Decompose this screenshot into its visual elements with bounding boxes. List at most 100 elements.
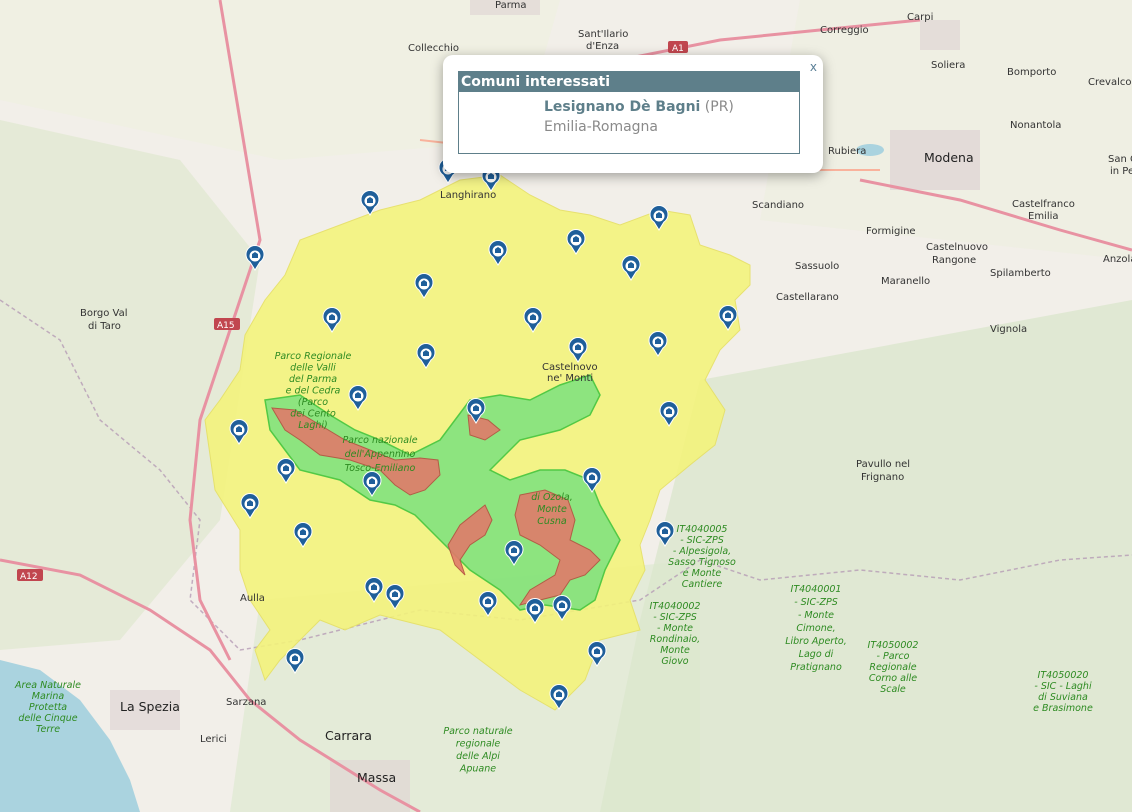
svg-text:A1: A1 xyxy=(672,44,684,54)
label-modena: Modena xyxy=(924,150,974,165)
comune-region: Emilia-Romagna xyxy=(544,119,659,135)
label-castellarano: Castellarano xyxy=(776,292,839,303)
park-alpi-apuane-line: Parco naturale xyxy=(443,726,512,737)
park-it4050020-line: e Brasimone xyxy=(1033,703,1093,714)
park-it4050002-line: Regionale xyxy=(869,662,916,673)
park-valli-parma-line: Laghi) xyxy=(298,420,328,431)
park-it4040002-line: Monte xyxy=(660,645,690,656)
label-rubiera: Rubiera xyxy=(828,146,866,157)
park-valli-parma-line: e del Cedra xyxy=(286,386,341,397)
label-bomporto: Bomporto xyxy=(1007,67,1056,78)
label-collecchio: Collecchio xyxy=(408,43,459,54)
park-valli-parma-line: del Parma xyxy=(289,374,337,385)
park-valli-parma-line: dei Cento xyxy=(290,409,336,420)
park-cinque-terre-line: Marina xyxy=(32,691,65,702)
label-castelnuovo: Castelnuovo xyxy=(926,242,988,253)
label-spilamberto: Spilamberto xyxy=(990,268,1051,279)
label-pavullo: Pavullo nel xyxy=(856,459,910,470)
label-lerici: Lerici xyxy=(200,734,227,745)
park-it4050002-line: Scale xyxy=(880,684,906,695)
park-alpi-apuane-line: regionale xyxy=(456,739,501,750)
park-cinque-terre-line: Protetta xyxy=(29,702,67,713)
label-d-enza: d'Enza xyxy=(586,41,619,52)
comune-line: Lesignano Dè Bagni (PR) xyxy=(544,97,799,117)
park-it4050020-line: IT4050020 xyxy=(1038,670,1089,681)
park-it4040005-line: e Monte xyxy=(683,568,722,579)
park-it4040001-line: IT4040001 xyxy=(791,584,842,595)
road-shield-a1: A1 xyxy=(668,41,688,54)
park-it4040002-line: Giovo xyxy=(661,656,688,667)
label-di-taro: di Taro xyxy=(88,321,121,332)
park-it4040002-line: Rondinaio, xyxy=(650,634,700,645)
label-carrara: Carrara xyxy=(325,728,372,743)
label-castelfranco: Castelfranco xyxy=(1012,199,1075,210)
park-it4050002-line: - Parco xyxy=(877,651,910,662)
park-it4040001-line: - Monte xyxy=(798,610,834,621)
label-correggio: Correggio xyxy=(820,25,869,36)
label-rangone: Rangone xyxy=(932,255,976,266)
park-it4040005-line: Sasso Tignoso xyxy=(668,557,736,568)
label-sarzana: Sarzana xyxy=(226,697,266,708)
park-alpi-apuane-line: Apuane xyxy=(459,764,496,775)
park-it4050002-line: Corno alle xyxy=(869,673,917,684)
park-it4050020-line: - SIC - Laghi xyxy=(1034,681,1092,692)
park-appennino-line: Parco nazionale xyxy=(342,435,417,446)
comune-name[interactable]: Lesignano Dè Bagni xyxy=(544,99,700,115)
park-appennino-line: Tosco-Emiliano xyxy=(345,463,416,474)
road-shield-a15: A15 xyxy=(214,318,240,331)
park-valli-parma-line: (Parco xyxy=(298,397,328,408)
popup-body: Lesignano Dè Bagni (PR) Emilia-Romagna xyxy=(459,92,799,137)
label-sant-ilario: Sant'Ilario xyxy=(578,29,628,40)
park-valli-parma-line: Parco Regionale xyxy=(275,351,352,362)
park-it4040005-line: - Alpesigola, xyxy=(673,546,731,557)
label-maranello: Maranello xyxy=(881,276,930,287)
park-ozola-line: di Ozola, xyxy=(531,492,572,503)
label-formigine: Formigine xyxy=(866,226,916,237)
park-it4040001-line: Lago di xyxy=(799,649,834,660)
popup-content-box: Comuni interessati Lesignano Dè Bagni (P… xyxy=(458,71,800,154)
label-ne-monti: ne' Monti xyxy=(547,373,593,384)
park-it4040002-line: - SIC-ZPS xyxy=(653,612,697,623)
park-it4040001-line: Pratignano xyxy=(790,662,842,673)
comune-province: (PR) xyxy=(704,99,734,115)
label-borgo-val: Borgo Val xyxy=(80,308,128,319)
park-it4040002-line: IT4040002 xyxy=(650,601,701,612)
park-cinque-terre-line: Terre xyxy=(36,724,60,735)
label-la-spezia: La Spezia xyxy=(120,699,180,714)
park-it4040001-line: Libro Aperto, xyxy=(785,636,847,647)
label-nonantola: Nonantola xyxy=(1010,120,1061,131)
label-carpi: Carpi xyxy=(907,12,933,23)
park-valli-parma-line: delle Valli xyxy=(290,363,336,374)
park-it4050002-line: IT4050002 xyxy=(868,640,919,651)
popup-close-button[interactable]: x xyxy=(810,60,817,74)
svg-text:A12: A12 xyxy=(20,572,38,582)
label-langhirano: Langhirano xyxy=(440,190,496,201)
park-it4040005-line: - SIC-ZPS xyxy=(680,535,724,546)
label-frignano: Frignano xyxy=(861,472,904,483)
road-shield-a12: A12 xyxy=(17,569,43,582)
label-san-c: San C xyxy=(1108,154,1132,165)
park-cinque-terre-line: delle Cinque xyxy=(18,713,77,724)
label-massa: Massa xyxy=(357,770,396,785)
park-it4040001-line: - SIC-ZPS xyxy=(794,597,838,608)
park-it4050020-line: di Suviana xyxy=(1038,692,1088,703)
park-it4040005-line: Cantiere xyxy=(682,579,723,590)
comuni-popup: x Comuni interessati Lesignano Dè Bagni … xyxy=(443,55,823,173)
park-appennino: Parco nazionale dell'Appennino Tosco-Emili… xyxy=(342,435,417,474)
park-it4050020: IT4050020- SIC - Laghidi Suvianae Brasim… xyxy=(1033,670,1093,714)
park-cinque-terre-line: Area Naturale xyxy=(14,680,81,691)
svg-text:A15: A15 xyxy=(217,321,235,331)
label-anzola: Anzola xyxy=(1103,254,1132,265)
label-sassuolo: Sassuolo xyxy=(795,261,839,272)
label-soliera: Soliera xyxy=(931,60,965,71)
label-aulla: Aulla xyxy=(240,593,265,604)
label-parma: Parma xyxy=(495,0,527,11)
park-it4040001-line: Cimone, xyxy=(796,623,835,634)
label-in-pe: in Pe xyxy=(1110,166,1132,177)
park-appennino-line: dell'Appennino xyxy=(345,449,416,460)
label-scandiano: Scandiano xyxy=(752,200,804,211)
label-castelnovo: Castelnovo xyxy=(542,362,598,373)
label-vignola: Vignola xyxy=(990,324,1027,335)
park-ozola-line: Cusna xyxy=(537,516,567,527)
park-ozola: di Ozola,MonteCusna xyxy=(531,492,572,527)
